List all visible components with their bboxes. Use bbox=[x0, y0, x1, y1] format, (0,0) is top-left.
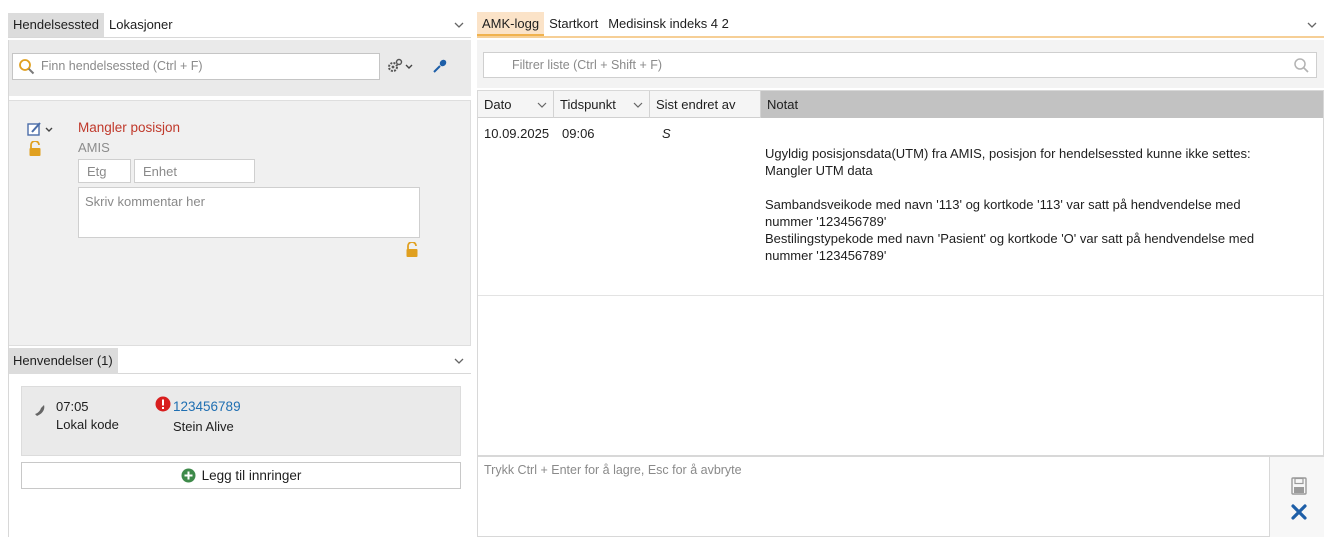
gear-dropdown-icon[interactable] bbox=[386, 58, 416, 74]
table-row[interactable]: 10.09.2025 09:06 S Ugyldig posisjonsdata… bbox=[478, 118, 1323, 296]
filter-panel: Filtrer liste (Ctrl + Shift + F) bbox=[477, 40, 1324, 88]
cell-dato: 10.09.2025 bbox=[484, 126, 550, 141]
note-actions bbox=[1270, 456, 1324, 537]
lock-open-icon[interactable] bbox=[28, 141, 42, 157]
note-line: nummer '123456789' bbox=[765, 248, 887, 263]
tab-amk-logg[interactable]: AMK-logg bbox=[477, 12, 545, 36]
enhet-field[interactable]: Enhet bbox=[134, 159, 255, 183]
tab-lokasjoner[interactable]: Lokasjoner bbox=[104, 13, 178, 37]
column-label: Dato bbox=[484, 97, 512, 112]
comment-field[interactable]: Skriv kommentar her bbox=[78, 187, 420, 238]
cell-tidspunkt: 09:06 bbox=[562, 126, 595, 141]
column-label: Tidspunkt bbox=[560, 97, 616, 112]
caller-name: Stein Alive bbox=[173, 419, 234, 434]
column-header-tidspunkt[interactable]: Tidspunkt bbox=[554, 91, 650, 118]
edit-dropdown-icon[interactable] bbox=[27, 121, 57, 137]
left-pane: Hendelsessted Lokasjoner Finn hendelsess… bbox=[8, 13, 471, 537]
column-header-sist-endret-av[interactable]: Sist endret av bbox=[650, 91, 761, 118]
log-grid: Dato Tidspunkt Sist endret av Notat 10.0… bbox=[477, 90, 1324, 456]
tab-startkort[interactable]: Startkort bbox=[544, 12, 603, 36]
call-number[interactable]: 123456789 bbox=[173, 399, 241, 414]
search-icon bbox=[1294, 58, 1309, 73]
filter-placeholder: Filtrer liste (Ctrl + Shift + F) bbox=[512, 58, 663, 72]
right-pane: AMK-logg Startkort Medisinsk indeks 4 2 … bbox=[477, 12, 1324, 537]
left-divider bbox=[8, 40, 9, 537]
call-code: Lokal kode bbox=[56, 417, 119, 432]
close-icon[interactable] bbox=[1290, 503, 1308, 521]
search-placeholder: Finn hendelsessted (Ctrl + F) bbox=[41, 59, 203, 73]
pin-icon[interactable] bbox=[431, 57, 449, 75]
note-line: nummer '123456789' bbox=[765, 214, 887, 229]
note-line: Ugyldig posisjonsdata(UTM) fra AMIS, pos… bbox=[765, 146, 1251, 161]
location-search-input[interactable]: Finn hendelsessted (Ctrl + F) bbox=[12, 53, 380, 80]
column-header-notat[interactable]: Notat bbox=[761, 91, 1323, 118]
lock-open-icon[interactable] bbox=[405, 242, 419, 258]
note-line: Mangler UTM data bbox=[765, 163, 873, 178]
chevron-down-icon[interactable] bbox=[453, 19, 465, 31]
phone-icon bbox=[35, 405, 45, 416]
tab-hendelsessted[interactable]: Hendelsessted bbox=[8, 13, 104, 37]
note-input[interactable]: Trykk Ctrl + Enter for å lagre, Esc for … bbox=[477, 456, 1270, 537]
tab-henvendelser[interactable]: Henvendelser (1) bbox=[8, 348, 118, 374]
grid-header: Dato Tidspunkt Sist endret av Notat bbox=[478, 91, 1323, 118]
chevron-down-icon[interactable] bbox=[537, 100, 547, 110]
right-tabbar: AMK-logg Startkort Medisinsk indeks 4 2 bbox=[477, 12, 1324, 38]
location-panel: Mangler posisjon AMIS Etg Enhet Skriv ko… bbox=[8, 100, 471, 346]
call-card[interactable]: 07:05 Lokal kode 123456789 Stein Alive bbox=[21, 386, 461, 456]
tab-medisinsk-indeks[interactable]: Medisinsk indeks 4 2 bbox=[603, 12, 734, 36]
filter-input[interactable]: Filtrer liste (Ctrl + Shift + F) bbox=[483, 52, 1317, 78]
chevron-down-icon[interactable] bbox=[1306, 19, 1318, 31]
warning-icon bbox=[155, 396, 171, 412]
add-caller-label: Legg til innringer bbox=[201, 468, 302, 483]
note-line: Sambandsveikode med navn '113' og kortko… bbox=[765, 197, 1241, 212]
add-caller-button[interactable]: Legg til innringer bbox=[21, 462, 461, 489]
call-time: 07:05 bbox=[56, 399, 89, 414]
plus-circle-icon bbox=[181, 468, 196, 483]
location-source: AMIS bbox=[78, 140, 110, 155]
left-tabbar: Hendelsessted Lokasjoner bbox=[8, 13, 471, 38]
henvendelser-tabbar: Henvendelser (1) bbox=[8, 348, 471, 374]
column-label: Notat bbox=[767, 97, 799, 112]
chevron-down-icon[interactable] bbox=[453, 355, 465, 367]
column-header-dato[interactable]: Dato bbox=[478, 91, 554, 118]
cell-sist-endret-av: S bbox=[662, 126, 671, 141]
column-label: Sist endret av bbox=[656, 97, 736, 112]
search-icon bbox=[19, 59, 35, 75]
save-icon[interactable] bbox=[1291, 477, 1307, 495]
location-search-panel: Finn hendelsessted (Ctrl + F) bbox=[8, 40, 471, 96]
chevron-down-icon[interactable] bbox=[633, 100, 643, 110]
location-status: Mangler posisjon bbox=[78, 120, 181, 135]
note-line: Bestilingstypekode med navn 'Pasient' og… bbox=[765, 231, 1255, 246]
note-input-placeholder: Trykk Ctrl + Enter for å lagre, Esc for … bbox=[484, 463, 742, 477]
etg-field[interactable]: Etg bbox=[78, 159, 131, 183]
